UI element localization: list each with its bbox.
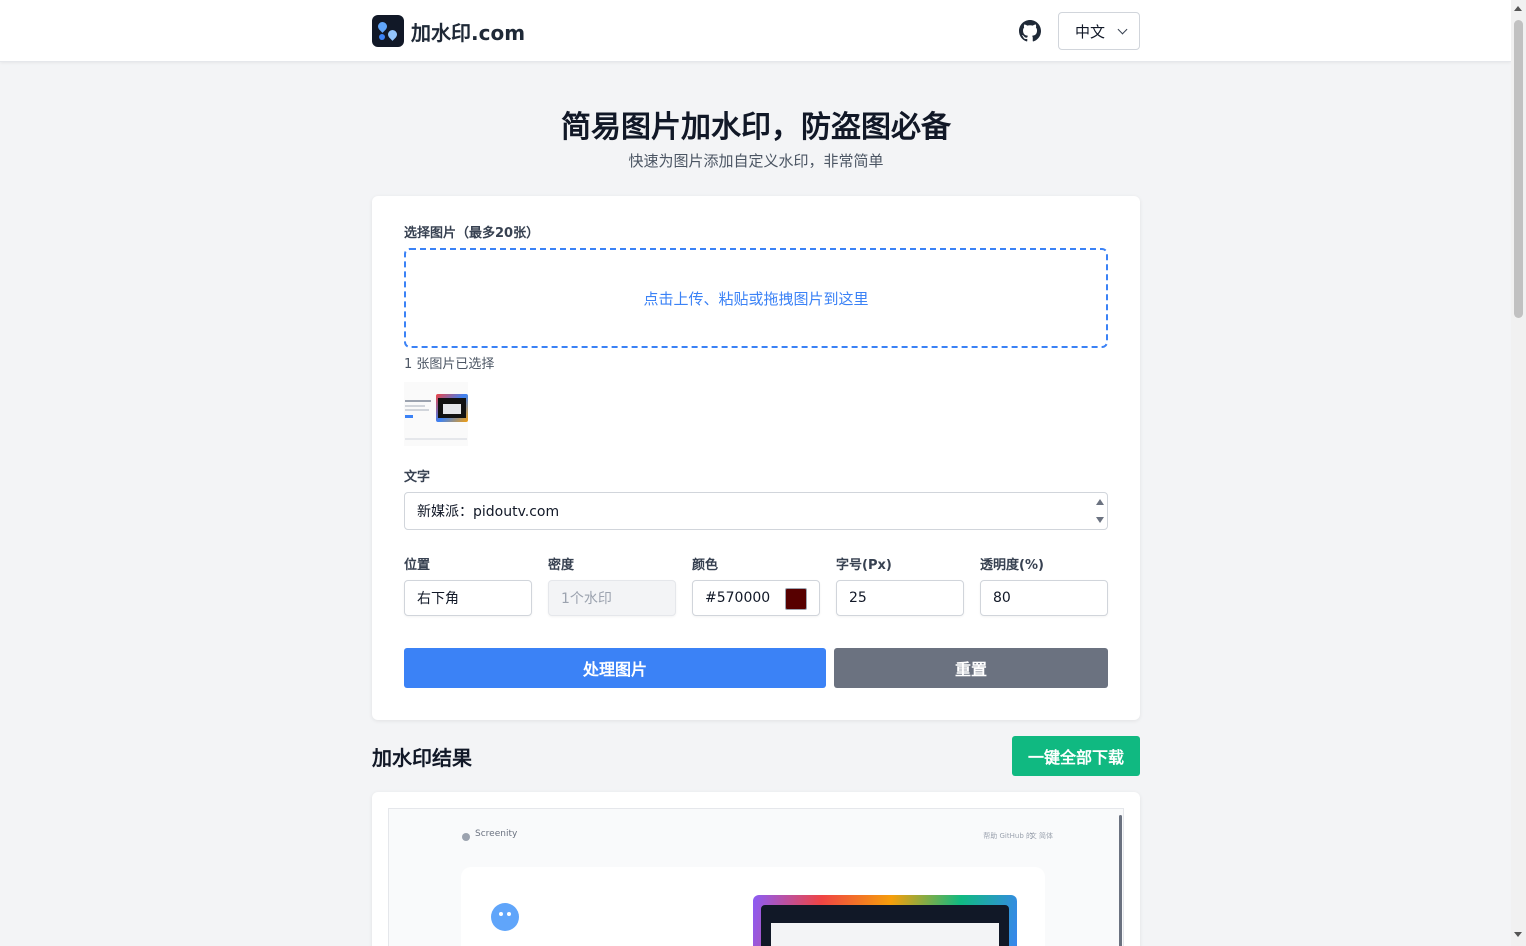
color-swatch[interactable] bbox=[785, 588, 807, 610]
page-title: 简易图片加水印，防盗图必备 bbox=[561, 110, 951, 145]
opacity-value: 80 bbox=[993, 590, 1011, 606]
dropzone-text: 点击上传、粘贴或拖拽图片到这里 bbox=[643, 289, 869, 308]
density-value: 1个水印 bbox=[561, 591, 612, 607]
brand-name: 加水印.com bbox=[411, 20, 526, 45]
watermark-text-label: 文字 bbox=[404, 470, 431, 485]
preview-brand: Screenity bbox=[475, 829, 518, 839]
download-all-button[interactable]: 一键全部下载 bbox=[1012, 736, 1140, 776]
page-subtitle: 快速为图片添加自定义水印，非常简单 bbox=[628, 152, 884, 170]
image-dropzone[interactable]: 点击上传、粘贴或拖拽图片到这里 bbox=[404, 248, 1108, 348]
color-input[interactable]: #570000 bbox=[692, 580, 820, 616]
opacity-label: 透明度(%) bbox=[980, 558, 1044, 573]
spin-down-icon[interactable] bbox=[1096, 517, 1104, 523]
position-label: 位置 bbox=[404, 558, 431, 573]
spin-up-icon[interactable] bbox=[1096, 499, 1104, 505]
brand-link[interactable]: 加水印.com bbox=[372, 15, 525, 47]
watermark-text-input[interactable]: 新媒派：pidoutv.com bbox=[404, 492, 1108, 530]
result-card: Screenity 帮助 GitHub 的 文 简体 bbox=[372, 792, 1140, 946]
preview-screenshot bbox=[753, 895, 1017, 946]
color-label: 颜色 bbox=[692, 558, 719, 573]
watermark-text-value: 新媒派：pidoutv.com bbox=[417, 504, 560, 520]
color-value: #570000 bbox=[705, 590, 771, 606]
preview-scrollbar[interactable] bbox=[1119, 815, 1122, 946]
position-value: 右下角 bbox=[417, 591, 459, 607]
preview-lang: 文 简体 bbox=[1029, 832, 1053, 840]
scroll-up-icon[interactable] bbox=[1514, 6, 1522, 11]
top-navbar: 加水印.com 中文 bbox=[0, 0, 1511, 62]
chevron-down-icon bbox=[1117, 24, 1128, 35]
font-size-input[interactable]: 25 bbox=[836, 580, 964, 616]
reset-button[interactable]: 重置 bbox=[834, 648, 1108, 688]
github-icon[interactable] bbox=[1019, 20, 1041, 42]
language-select[interactable]: 中文 bbox=[1058, 12, 1140, 50]
preview-nav: 帮助 GitHub 的 bbox=[983, 832, 1033, 840]
mascot-icon bbox=[491, 903, 519, 931]
font-size-label: 字号(Px) bbox=[836, 558, 892, 573]
process-images-button[interactable]: 处理图片 bbox=[404, 648, 826, 688]
watermarked-image-preview[interactable]: Screenity 帮助 GitHub 的 文 简体 bbox=[388, 808, 1124, 946]
scrollbar-thumb[interactable] bbox=[1514, 20, 1523, 318]
app-logo-icon bbox=[372, 15, 404, 47]
preview-content bbox=[461, 867, 1045, 946]
preview-logo-icon bbox=[462, 833, 470, 841]
font-size-value: 25 bbox=[849, 590, 867, 606]
position-select[interactable]: 右下角 bbox=[404, 580, 532, 616]
language-value: 中文 bbox=[1075, 22, 1106, 41]
opacity-input[interactable]: 80 bbox=[980, 580, 1108, 616]
watermark-form-card: 选择图片（最多20张） 点击上传、粘贴或拖拽图片到这里 1 张图片已选择 文字 … bbox=[372, 196, 1140, 720]
density-label: 密度 bbox=[548, 558, 575, 573]
selected-count: 1 张图片已选择 bbox=[404, 357, 495, 372]
selected-image-thumbnail[interactable] bbox=[404, 382, 468, 446]
scroll-down-icon[interactable] bbox=[1514, 932, 1522, 937]
select-images-label: 选择图片（最多20张） bbox=[404, 226, 540, 241]
results-title: 加水印结果 bbox=[372, 746, 472, 770]
density-select: 1个水印 bbox=[548, 580, 676, 616]
